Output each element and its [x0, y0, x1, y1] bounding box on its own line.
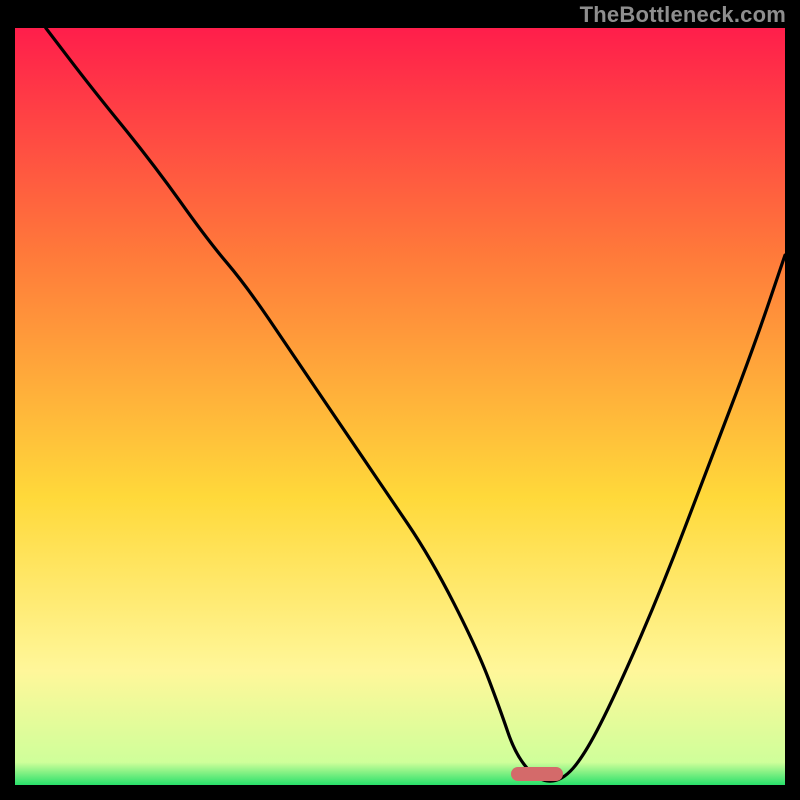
watermark-text: TheBottleneck.com: [580, 2, 786, 28]
bottleneck-chart: [15, 28, 785, 785]
optimum-marker: [511, 767, 563, 781]
gradient-background: [15, 28, 785, 785]
chart-frame: [15, 28, 785, 785]
